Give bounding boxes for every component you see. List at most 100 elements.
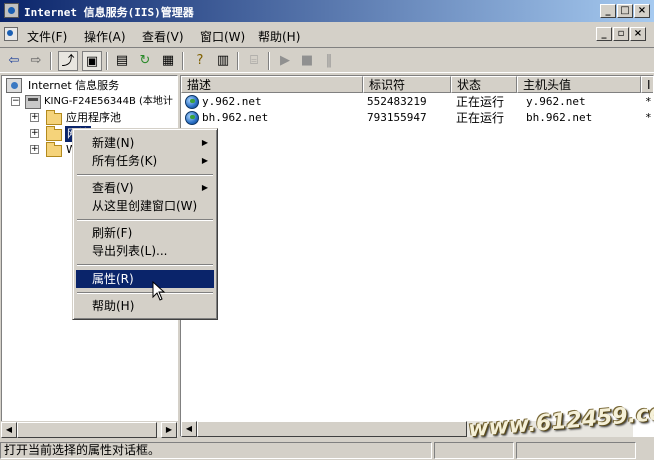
server-icon [25,95,41,109]
status-text: 打开当前选择的属性对话框。 [0,442,432,459]
toolbar-separator [106,52,108,70]
show-hide-action-pane-icon[interactable]: ▥ [213,51,233,71]
mdi-minimize-button[interactable]: _ [596,27,612,41]
tree-item-label: 应用程序池 [66,111,121,124]
mdi-close-button[interactable]: × [630,27,646,41]
start-icon[interactable]: ▶ [275,51,295,71]
folder-icon [46,126,62,141]
ctx-separator [77,264,213,266]
menu-action[interactable]: 操作(A) [84,28,126,45]
cell-id: 793155947 [367,111,427,124]
scroll-thumb[interactable] [17,422,157,438]
cell-description: y.962.net [202,95,262,108]
expand-icon[interactable]: + [30,129,39,138]
cell-host: bh.962.net [526,111,593,124]
menu-file[interactable]: 文件(F) [27,28,67,45]
properties-icon[interactable]: ▤ [112,51,132,71]
tree-server-label: KING-F24E56344B (本地计 [44,96,173,107]
scroll-left-icon[interactable]: ◀ [181,421,197,437]
ctx-refresh-label: 刷新(F) [92,226,133,240]
iis-app-icon [4,3,19,18]
tree-horizontal-scrollbar[interactable]: ◀ ▶ [1,421,178,438]
ctx-all-tasks-label: 所有任务(K) [92,154,158,168]
status-panel-2 [434,442,514,459]
menu-window[interactable]: 窗口(W) [200,28,245,45]
ctx-separator [77,292,213,294]
column-header-host[interactable]: 主机头值 [517,76,641,93]
menu-bar: 文件(F) 操作(A) 查看(V) 窗口(W) 帮助(H) [0,24,654,46]
ctx-separator [77,219,213,221]
submenu-arrow-icon: ▶ [201,183,208,192]
tree-server[interactable]: − KING-F24E56344B (本地计 [4,94,177,110]
website-globe-icon [185,111,199,125]
export-list-icon[interactable]: ▦ [158,51,178,71]
toolbar-separator [50,52,52,70]
ctx-help[interactable]: 帮助(H) [76,297,214,315]
ctx-properties-label: 属性(R) [92,272,134,286]
cell-ip: * [645,95,652,108]
cell-status: 正在运行 [456,95,505,109]
iis-manager-window: Internet 信息服务(IIS)管理器 _ □ × 文件(F) 操作(A) … [0,0,654,460]
scroll-thumb[interactable] [197,421,467,437]
website-globe-icon [185,95,199,109]
mouse-cursor-icon [152,281,166,301]
toolbar: ⇦ ⇨ ⤴ ▣ ▤ ↻ ▦ ? ▥ ⌸ ▶ ■ ‖ [0,47,654,73]
menu-view[interactable]: 查看(V) [142,28,184,45]
forward-arrow-icon[interactable]: ⇨ [26,51,46,71]
ctx-new-window[interactable]: 从这里创建窗口(W) [76,197,214,215]
ctx-new-window-label: 从这里创建窗口(W) [92,199,198,213]
tree-root-label: Internet 信息服务 [28,79,120,92]
document-icon[interactable] [4,27,18,41]
folder-icon [46,142,62,157]
expand-icon[interactable]: + [30,113,39,122]
ctx-all-tasks[interactable]: 所有任务(K) ▶ [76,152,214,170]
stop-icon[interactable]: ■ [297,51,317,71]
ctx-help-label: 帮助(H) [92,299,135,313]
collapse-icon[interactable]: − [11,97,20,106]
toolbar-separator [182,52,184,70]
cell-ip: * [645,111,652,124]
submenu-arrow-icon: ▶ [201,156,208,165]
close-button[interactable]: × [634,4,650,18]
submenu-arrow-icon: ▶ [201,138,208,147]
pause-icon[interactable]: ‖ [319,51,339,71]
ctx-new[interactable]: 新建(N) ▶ [76,134,214,152]
column-header-description[interactable]: 描述 [181,76,363,93]
ctx-view-label: 查看(V) [92,181,134,195]
ctx-new-label: 新建(N) [92,136,135,150]
tree-item-app-pools[interactable]: + 应用程序池 [4,110,177,126]
ctx-export-list[interactable]: 导出列表(L)... [76,242,214,260]
ctx-refresh[interactable]: 刷新(F) [76,224,214,242]
column-header-id[interactable]: 标识符 [363,76,451,93]
context-menu: 新建(N) ▶ 所有任务(K) ▶ 查看(V) ▶ 从这里创建窗口(W) 刷新(… [72,128,218,320]
show-hide-tree-icon[interactable]: ▣ [82,51,102,71]
ctx-separator [77,174,213,176]
cell-status: 正在运行 [456,111,505,125]
cell-id: 552483219 [367,95,427,108]
up-one-level-icon[interactable]: ⤴ [58,51,78,71]
computer-icon[interactable]: ⌸ [244,51,264,71]
column-header-ip[interactable]: I [641,76,653,93]
minimize-button[interactable]: _ [600,4,616,18]
menu-help[interactable]: 帮助(H) [258,28,300,45]
help-icon[interactable]: ? [190,51,210,71]
column-header-status[interactable]: 状态 [451,76,517,93]
mdi-restore-button[interactable]: ▫ [613,27,629,41]
refresh-icon[interactable]: ↻ [135,51,155,71]
toolbar-separator [268,52,270,70]
list-pane[interactable]: 描述 标识符 状态 主机头值 I y.962.net 552483219 正在运… [180,75,654,437]
ctx-properties[interactable]: 属性(R) [76,270,214,288]
expand-icon[interactable]: + [30,145,39,154]
ctx-view[interactable]: 查看(V) ▶ [76,179,214,197]
iis-icon [6,78,22,93]
toolbar-separator [237,52,239,70]
tree-root[interactable]: Internet 信息服务 [4,78,177,94]
window-title: Internet 信息服务(IIS)管理器 [24,6,194,19]
back-arrow-icon[interactable]: ⇦ [4,51,24,71]
scroll-left-icon[interactable]: ◀ [1,422,17,438]
cell-host: y.962.net [526,95,586,108]
folder-icon [46,110,62,125]
title-bar[interactable]: Internet 信息服务(IIS)管理器 _ □ × [0,0,654,22]
maximize-button[interactable]: □ [617,4,633,18]
scroll-right-icon[interactable]: ▶ [161,422,177,438]
